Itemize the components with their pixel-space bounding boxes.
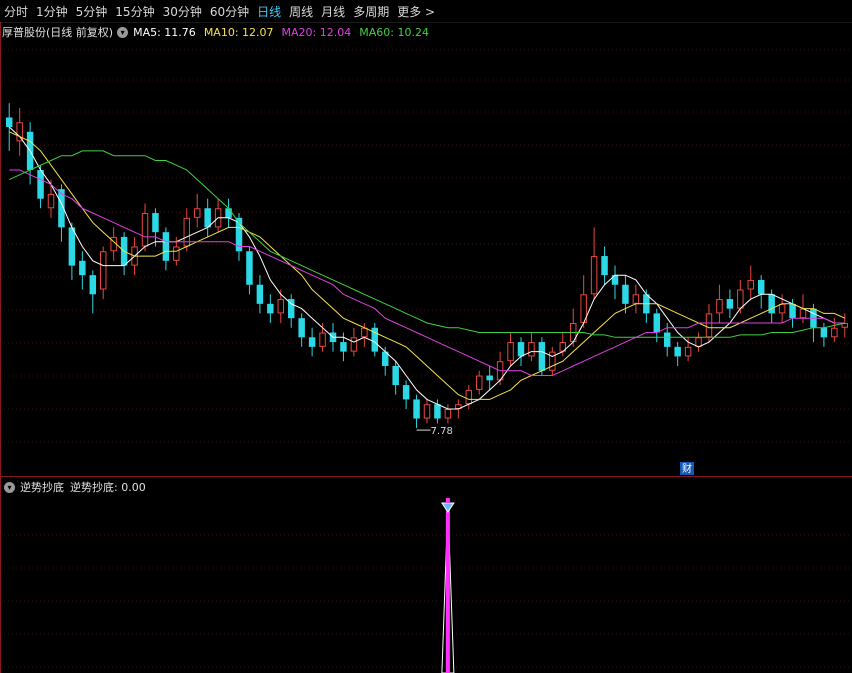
candle-body	[726, 299, 734, 309]
candle-body	[402, 385, 410, 400]
candle-body	[162, 232, 170, 261]
signal-cap	[445, 498, 450, 503]
finance-badge[interactable]: 财	[682, 462, 692, 475]
candle-body	[37, 170, 44, 199]
candle-body	[5, 117, 13, 128]
candle-body	[47, 193, 55, 209]
candle-body	[517, 342, 525, 357]
candle-body	[152, 213, 159, 233]
candle-body	[392, 365, 399, 386]
candle-body	[549, 351, 556, 371]
candle-body	[841, 322, 849, 328]
candle-body	[267, 303, 274, 314]
candle-body	[653, 313, 661, 333]
candle-body	[204, 208, 211, 228]
candle-body	[79, 260, 86, 276]
candle-body	[319, 332, 326, 347]
candle-body	[68, 227, 76, 266]
candle-body	[298, 318, 305, 338]
candle-body	[663, 332, 671, 347]
candle-body	[308, 337, 316, 347]
candle-body	[674, 346, 681, 357]
candle-body	[799, 308, 807, 319]
signal-bar	[445, 504, 450, 673]
candle-body	[705, 313, 713, 338]
candle-body	[590, 256, 598, 295]
candle-body	[340, 342, 347, 352]
candle-body	[601, 256, 608, 276]
candle-body	[99, 251, 107, 290]
candle-body	[768, 294, 775, 314]
candle-body	[350, 337, 358, 352]
candle-body	[423, 404, 431, 419]
candle-body	[831, 327, 838, 338]
chart-canvas[interactable]: 7.78 财	[0, 0, 852, 673]
candle-body	[465, 389, 473, 405]
low-price-marker: 7.78	[431, 426, 453, 437]
candle-body	[757, 279, 765, 295]
candle-body	[716, 299, 723, 314]
candle-body	[507, 342, 514, 362]
candle-body	[695, 337, 702, 347]
candle-body	[737, 289, 744, 309]
candle-body	[528, 342, 535, 357]
candle-body	[277, 299, 285, 314]
candle-body	[434, 404, 441, 419]
candle-body	[193, 208, 201, 218]
candle-body	[747, 279, 755, 290]
candle-body	[361, 327, 368, 338]
candle-body	[225, 208, 232, 218]
signal-arrow-icon	[440, 502, 455, 513]
candle-body	[789, 303, 796, 319]
candle-body	[778, 303, 786, 314]
candle-body	[632, 294, 640, 304]
candle-body	[141, 213, 149, 247]
candle-body	[538, 342, 546, 371]
candle-body	[684, 346, 692, 357]
candle-body	[475, 375, 483, 390]
candle-body	[820, 327, 828, 338]
candle-body	[413, 399, 420, 419]
candle-body	[256, 284, 264, 304]
candle-body	[444, 408, 452, 419]
candle-body	[246, 251, 253, 285]
candle-body	[89, 275, 97, 295]
candle-body	[173, 246, 180, 261]
candle-body	[16, 122, 23, 142]
candle-body	[622, 284, 629, 304]
candle-body	[486, 375, 493, 381]
